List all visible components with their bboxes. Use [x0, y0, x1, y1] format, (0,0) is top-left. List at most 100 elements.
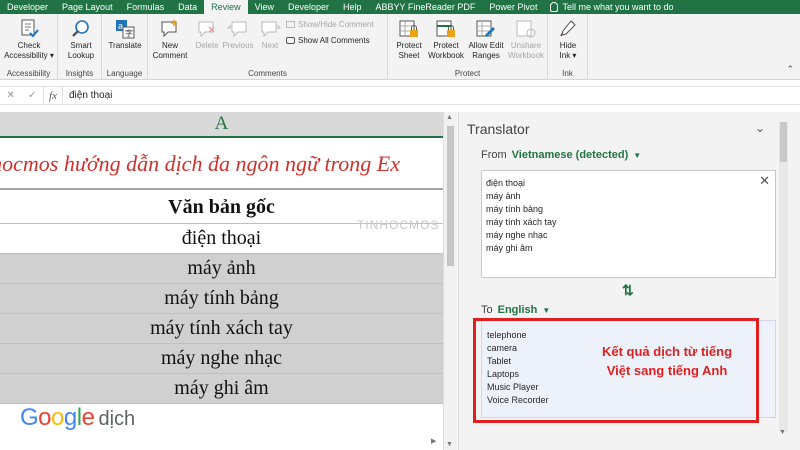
tab-abbyy[interactable]: ABBYY FineReader PDF — [369, 0, 483, 14]
hide-ink-label: Hide Ink ▾ — [559, 41, 577, 60]
protect-workbook-button[interactable]: Protect Workbook — [426, 18, 466, 61]
tab-view[interactable]: View — [248, 0, 281, 14]
source-line: máy tính xách tay — [486, 217, 557, 227]
tab-page-layout[interactable]: Page Layout — [55, 0, 120, 14]
data-cell[interactable]: máy nghe nhạc — [0, 344, 443, 374]
formula-input[interactable]: điện thoại — [62, 87, 800, 104]
enter-icon[interactable]: ✓ — [28, 90, 36, 101]
from-language-row: From Vietnamese (detected) ▼ — [481, 149, 641, 161]
tab-developer-2[interactable]: Developer — [281, 0, 336, 14]
group-ink: Hide Ink ▾ Ink — [548, 14, 588, 80]
formula-controls: ✕ ✓ — [0, 87, 44, 104]
tab-data[interactable]: Data — [171, 0, 204, 14]
tab-developer[interactable]: Developer — [0, 0, 55, 14]
protect-sheet-label: Protect Sheet — [396, 41, 422, 60]
delete-comment-button[interactable]: Delete — [194, 18, 220, 51]
data-cell[interactable]: máy tính xách tay — [0, 314, 443, 344]
clear-text-icon[interactable]: ✕ — [759, 173, 770, 189]
tell-me-text: Tell me what you want to do — [562, 2, 674, 12]
hide-ink-button[interactable]: Hide Ink ▾ — [554, 18, 582, 61]
swap-languages-icon[interactable]: ⇅ — [622, 282, 634, 299]
group-label-ink: Ink — [562, 69, 573, 78]
translator-title: Translator — [467, 121, 530, 137]
show-hide-comment-label: Show/Hide Comment — [298, 20, 374, 29]
annotation-text: Kết quả dịch từ tiếng Việt sang tiếng An… — [601, 344, 733, 378]
worksheet: A inhocmos hướng dẫn dịch đa ngôn ngữ tr… — [0, 112, 445, 450]
pane-scroll-down-icon[interactable]: ▼ — [779, 429, 786, 436]
allow-edit-ranges-label: Allow Edit Ranges — [468, 41, 504, 60]
show-all-comments-button[interactable]: Show All Comments — [286, 36, 370, 45]
group-label-insights: Insights — [65, 69, 94, 78]
column-header-a[interactable]: A — [0, 112, 443, 138]
tab-review[interactable]: Review — [204, 0, 248, 14]
chevron-down-icon[interactable]: ▼ — [542, 306, 550, 315]
check-accessibility-button[interactable]: Check Accessibility ▾ — [4, 18, 54, 61]
google-wordmark: Google — [20, 404, 95, 431]
protect-workbook-icon — [436, 20, 455, 37]
smart-lookup-label: Smart Lookup — [67, 41, 95, 60]
smart-lookup-button[interactable]: Smart Lookup — [65, 18, 97, 61]
previous-label: Previous — [222, 41, 254, 50]
cancel-icon[interactable]: ✕ — [7, 90, 15, 101]
insert-function-button[interactable]: fx — [44, 90, 62, 102]
translate-icon: a 字 — [116, 20, 135, 39]
chevron-down-icon[interactable]: ▼ — [633, 151, 641, 160]
sheet-vertical-scrollbar[interactable]: ▲ ▼ — [443, 112, 457, 450]
delete-comment-icon — [198, 21, 215, 38]
data-cell[interactable]: máy ảnh — [0, 254, 443, 284]
magnifier-icon — [72, 20, 89, 37]
previous-comment-icon — [227, 21, 247, 38]
translate-button[interactable]: a 字 Translate — [107, 18, 143, 51]
protect-sheet-button[interactable]: Protect Sheet — [392, 18, 426, 61]
next-comment-button[interactable]: Next — [258, 18, 282, 51]
allow-edit-ranges-button[interactable]: Allow Edit Ranges — [466, 18, 506, 61]
dich-text: dịch — [98, 408, 136, 430]
group-label-protect: Protect — [454, 69, 481, 78]
scroll-thumb[interactable] — [447, 126, 454, 266]
pane-options-icon[interactable]: ⌄ — [755, 121, 765, 135]
source-line: máy ảnh — [486, 191, 521, 201]
scroll-up-icon[interactable]: ▲ — [446, 114, 453, 121]
source-line: máy nghe nhạc — [486, 230, 548, 240]
protect-workbook-label: Protect Workbook — [428, 41, 464, 60]
lightbulb-icon — [550, 2, 559, 12]
tell-me-search[interactable]: Tell me what you want to do — [544, 2, 674, 12]
group-label-comments: Comments — [248, 69, 287, 78]
unshare-workbook-label: Unshare Workbook — [508, 41, 544, 60]
previous-comment-button[interactable]: Previous — [222, 18, 254, 51]
group-protect: Protect Sheet Protect Workbook Allow Edi… — [388, 14, 548, 80]
show-hide-comment-button[interactable]: Show/Hide Comment — [286, 20, 374, 29]
new-comment-button[interactable]: New Comment — [152, 18, 188, 61]
from-label: From — [481, 149, 507, 161]
allow-edit-ranges-icon — [476, 20, 495, 37]
pane-scroll-thumb[interactable] — [780, 122, 787, 162]
delete-label: Delete — [195, 41, 219, 50]
group-label-language: Language — [106, 69, 143, 78]
scroll-right-icon[interactable]: ▶ — [431, 437, 436, 445]
translate-label: Translate — [108, 41, 142, 50]
group-insights: Smart Lookup Insights — [58, 14, 102, 80]
check-accessibility-label: Check Accessibility ▾ — [4, 41, 54, 60]
group-language: a 字 Translate Language — [102, 14, 148, 80]
unshare-workbook-button[interactable]: Unshare Workbook — [506, 18, 546, 61]
ink-pen-icon — [560, 20, 576, 37]
next-label: Next — [261, 41, 279, 50]
svg-text:a: a — [118, 21, 123, 31]
data-cell[interactable]: máy tính bảng — [0, 284, 443, 314]
show-all-comments-icon — [286, 37, 295, 44]
tab-help[interactable]: Help — [336, 0, 369, 14]
protect-sheet-icon — [399, 20, 418, 37]
to-language-select[interactable]: English — [498, 304, 538, 316]
scroll-down-icon[interactable]: ▼ — [446, 441, 453, 448]
new-comment-label: New Comment — [152, 41, 188, 60]
source-text-area[interactable]: ✕ điện thoại máy ảnh máy tính bảng máy t… — [481, 170, 776, 278]
pane-scrollbar[interactable]: ▼ — [779, 122, 788, 436]
title-text: inhocmos hướng dẫn dịch đa ngôn ngữ tron… — [0, 151, 401, 176]
from-language-select[interactable]: Vietnamese (detected) — [512, 149, 629, 161]
title-cell[interactable]: inhocmos hướng dẫn dịch đa ngôn ngữ tron… — [0, 140, 443, 190]
tab-power-pivot[interactable]: Power Pivot — [482, 0, 544, 14]
tab-formulas[interactable]: Formulas — [120, 0, 172, 14]
source-line: máy ghi âm — [486, 243, 533, 253]
data-cell[interactable]: máy ghi âm — [0, 374, 443, 404]
collapse-ribbon-icon[interactable]: ⌃ — [786, 64, 794, 75]
